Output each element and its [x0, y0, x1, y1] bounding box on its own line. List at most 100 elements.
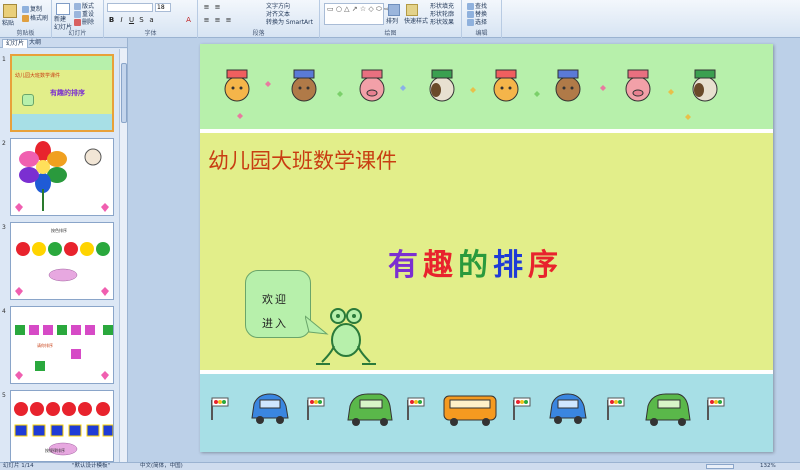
paste-button[interactable]: 粘贴: [2, 20, 14, 28]
paste-icon[interactable]: [3, 4, 17, 18]
slide-editor: 幼儿园大班数学课件 有趣的排序 欢迎 进入: [129, 38, 800, 462]
slide-thumbnail-3[interactable]: 按色排序: [10, 222, 114, 300]
blue-car-icon: [549, 393, 587, 424]
slide-thumbnail-5[interactable]: 按规律排序: [10, 390, 114, 462]
slides-group-label: 幻灯片: [68, 30, 87, 37]
select-button[interactable]: 选择: [467, 19, 487, 27]
thumb-caption: 按规律排序: [45, 448, 65, 453]
thumb-top-band: [12, 56, 112, 70]
smartart-button[interactable]: 转换为 SmartArt: [266, 19, 313, 27]
welcome-text: 欢迎 进入: [262, 288, 288, 336]
circles-icon: [15, 242, 110, 296]
fun-char-2: 趣: [423, 248, 458, 283]
clipboard-group-label: 剪贴板: [16, 30, 35, 37]
italic-button[interactable]: I: [117, 16, 126, 25]
puppy-icon: [692, 69, 718, 102]
clipboard-group: 粘贴 复制 格式刷 剪贴板: [0, 0, 52, 38]
copy-icon: [22, 6, 29, 13]
quick-styles-button[interactable]: 快速样式: [404, 18, 428, 26]
new-slide-icon[interactable]: [56, 3, 70, 15]
slide-thumbnail-2[interactable]: [10, 138, 114, 216]
thumb-bubble: [22, 94, 34, 106]
reset-button[interactable]: 重设: [74, 11, 94, 19]
ribbon: 粘贴 复制 格式刷 剪贴板 新建 幻灯片 版式 重设 删除 幻灯片 18 B I…: [0, 0, 800, 38]
bold-button[interactable]: B: [107, 16, 116, 25]
font-color-button[interactable]: A: [184, 16, 193, 25]
pig-icon: [625, 69, 651, 102]
panel-tabs: 幻灯片 大纲: [0, 38, 127, 48]
strikethrough-button[interactable]: a: [147, 16, 156, 25]
orange-bus-icon: [443, 395, 497, 426]
replace-icon: [467, 11, 474, 18]
status-bar: 幻灯片 1/14 "默认设计模板" 中文(简体，中国) 132%: [0, 462, 800, 470]
align-center-icon[interactable]: ≡: [213, 16, 222, 25]
align-right-icon[interactable]: ≡: [224, 16, 233, 25]
arrange-button[interactable]: 排列: [386, 18, 398, 26]
cat-icon: [224, 69, 250, 102]
find-button[interactable]: 查找: [467, 3, 487, 11]
view-buttons[interactable]: [706, 464, 734, 469]
fun-char-1: 有: [388, 248, 423, 283]
theme-name[interactable]: "默认设计模板": [72, 463, 110, 470]
drawing-group: ▭ ○ △ ↗ ☆ ◇ ⬭ ⇨ 排列 快速样式 形状填充 形状轮廓 形状效果 绘…: [320, 0, 462, 38]
tab-outline[interactable]: 大纲: [26, 39, 44, 48]
font-size-combo[interactable]: 18: [155, 3, 171, 12]
delete-button[interactable]: 删除: [74, 19, 94, 27]
format-painter-button[interactable]: 格式刷: [22, 15, 48, 23]
paragraph-group: ≡ ≡ ≡ ≡ ≡ 文字方向 对齐文本 转换为 SmartArt 段落: [198, 0, 320, 38]
flower-icon: [15, 141, 109, 212]
panel-scrollbar[interactable]: [119, 49, 127, 462]
delete-label: 删除: [82, 19, 95, 26]
replace-button[interactable]: 替换: [467, 11, 487, 19]
arrange-icon[interactable]: [388, 4, 400, 16]
fun-sorting-title[interactable]: 有趣的排序: [388, 240, 563, 284]
traffic-light-icon: [513, 397, 531, 420]
shape-outline-button[interactable]: 形状轮廓: [430, 11, 454, 19]
traffic-light-icon: [211, 397, 229, 420]
slides-group: 新建 幻灯片 版式 重设 删除 幻灯片: [52, 0, 104, 38]
brush-icon: [22, 15, 29, 22]
thumb-title: 幼儿园大班数学课件: [15, 73, 61, 79]
fun-char-3: 的: [458, 248, 493, 283]
thumb-number: 4: [2, 308, 6, 315]
top-stripe: [200, 129, 773, 133]
thumb-number: 2: [2, 140, 6, 147]
shape-effects-button[interactable]: 形状效果: [430, 19, 454, 27]
underline-button[interactable]: U: [127, 16, 136, 25]
language-indicator[interactable]: 中文(简体，中国): [140, 463, 183, 470]
shadow-button[interactable]: S: [137, 16, 146, 25]
shapes-gallery[interactable]: ▭ ○ △ ↗ ☆ ◇ ⬭ ⇨: [324, 3, 390, 25]
numbering-icon[interactable]: ≡: [213, 3, 222, 12]
green-car-icon: [645, 393, 691, 426]
layout-button[interactable]: 版式: [74, 3, 94, 11]
slide-title[interactable]: 幼儿园大班数学课件: [208, 145, 397, 175]
text-direction-button[interactable]: 文字方向: [266, 3, 290, 11]
traffic-light-icon: [707, 397, 725, 420]
slide-thumbnail-1[interactable]: 幼儿园大班数学课件 有趣的排序: [10, 54, 114, 132]
green-car-icon: [347, 393, 393, 426]
tab-slides[interactable]: 幻灯片: [2, 39, 29, 48]
copy-label: 复制: [30, 6, 43, 13]
bullets-icon[interactable]: ≡: [202, 3, 211, 12]
scrollbar-thumb[interactable]: [121, 63, 127, 123]
font-group-label: 字体: [144, 30, 157, 37]
thumb-caption: 请你排序: [37, 343, 53, 348]
zoom-level[interactable]: 132%: [760, 463, 776, 470]
layout-icon: [74, 3, 81, 10]
thumb-number: 1: [2, 56, 6, 63]
select-icon: [467, 19, 474, 26]
slide-thumbnail-4[interactable]: 请你排序: [10, 306, 114, 384]
delete-icon: [74, 19, 81, 26]
dog-icon: [291, 69, 317, 102]
copy-button[interactable]: 复制: [22, 6, 42, 14]
traffic-light-icon: [307, 397, 325, 420]
thumb-number: 3: [2, 224, 6, 231]
current-slide[interactable]: 幼儿园大班数学课件 有趣的排序 欢迎 进入: [200, 44, 773, 452]
welcome-line-2: 进入: [262, 317, 288, 330]
font-name-combo[interactable]: [107, 3, 153, 12]
quick-styles-icon[interactable]: [406, 4, 418, 16]
align-left-icon[interactable]: ≡: [202, 16, 211, 25]
drawing-group-label: 绘图: [384, 30, 397, 37]
shape-fill-button[interactable]: 形状填充: [430, 3, 454, 11]
align-text-button[interactable]: 对齐文本: [266, 11, 290, 19]
